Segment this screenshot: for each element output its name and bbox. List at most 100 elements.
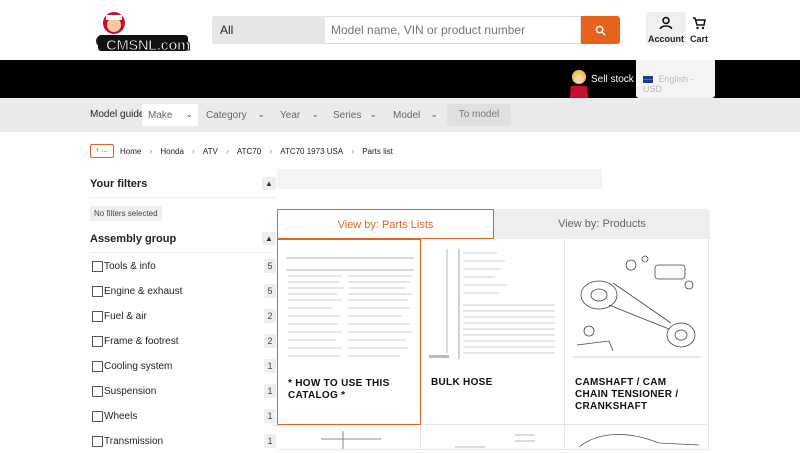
breadcrumb-model[interactable]: ATC70 1973 USA — [280, 147, 343, 156]
search-icon — [595, 25, 606, 36]
breadcrumb-home[interactable]: Home — [120, 147, 141, 156]
breadcrumb-back-button[interactable]: ‹ ... — [90, 144, 114, 158]
assembly-filter-count: 5 — [264, 284, 276, 298]
cart-label: Cart — [689, 34, 708, 44]
assembly-filter-label: Tools & info — [104, 261, 156, 272]
series-label: Series — [333, 110, 362, 121]
chevron-right-icon: › — [351, 146, 355, 156]
tab-parts-lists[interactable]: View by: Parts Lists — [277, 209, 494, 239]
assembly-filter-fuel[interactable]: Fuel & air 2 — [90, 303, 276, 328]
uk-flag-icon — [643, 76, 653, 84]
category-select[interactable]: Category ⌄ — [200, 104, 270, 126]
series-select[interactable]: Series ⌄ — [327, 104, 382, 126]
assembly-filter-frame[interactable]: Frame & footrest 2 — [90, 328, 276, 353]
chevron-down-icon: ⌄ — [311, 109, 319, 119]
breadcrumb-current: Parts list — [362, 146, 393, 156]
breadcrumb-make[interactable]: Honda — [160, 147, 184, 156]
chevron-down-icon: ⌄ — [185, 109, 193, 119]
no-filters-badge: No filters selected — [90, 206, 162, 221]
account-button[interactable]: Account — [646, 12, 686, 46]
checkbox[interactable] — [92, 311, 103, 322]
cart-button[interactable]: Cart — [688, 12, 710, 46]
parts-list-card[interactable]: * HOW TO USE THIS CATALOG * — [277, 239, 421, 425]
tab-products[interactable]: View by: Products — [494, 209, 710, 239]
parts-diagram-thumbnail — [578, 434, 700, 448]
assembly-filter-count: 1 — [264, 384, 276, 398]
assembly-filter-label: Suspension — [104, 386, 157, 397]
model-select[interactable]: Model ⌄ — [387, 104, 443, 126]
assembly-filter-transmission[interactable]: Transmission 1 — [90, 428, 276, 453]
catalog-page-thumbnail — [282, 246, 418, 364]
checkbox[interactable] — [92, 286, 103, 297]
cmsnl-logo[interactable]: CMSNL.com — [92, 7, 191, 55]
breadcrumb-category[interactable]: ATV — [203, 147, 218, 156]
model-label: Model — [393, 110, 421, 121]
language-selector[interactable]: English - USD — [636, 60, 715, 98]
assembly-filter-count: 2 — [264, 309, 276, 323]
user-icon — [659, 16, 673, 30]
parts-list-card[interactable] — [565, 425, 709, 450]
assembly-filter-wheels[interactable]: Wheels 1 — [90, 403, 276, 428]
assembly-filter-count: 5 — [264, 259, 276, 273]
checkbox[interactable] — [92, 411, 103, 422]
chevron-right-icon: › — [191, 146, 195, 156]
assembly-group-header: Assembly group ▲ — [90, 227, 276, 253]
assembly-filter-label: Wheels — [104, 411, 138, 422]
filters-header: Your filters ▲ — [90, 172, 276, 198]
view-tabs: View by: Parts Lists View by: Products — [277, 209, 710, 239]
make-select[interactable]: Make ⌄ — [142, 104, 198, 126]
parts-list-title: * HOW TO USE THIS CATALOG * — [288, 378, 390, 401]
account-label: Account — [648, 34, 684, 44]
assembly-filter-engine[interactable]: Engine & exhaust 5 — [90, 278, 276, 303]
assembly-filter-label: Transmission — [104, 436, 164, 447]
hose-diagram-thumbnail — [425, 245, 561, 363]
parts-list-card[interactable] — [277, 425, 421, 450]
chevron-right-icon: › — [225, 146, 229, 156]
assembly-filter-count: 1 — [264, 359, 276, 373]
site-header: CMSNL.com All Account Cart — [0, 0, 800, 60]
chevron-down-icon: ⌄ — [430, 109, 438, 119]
camshaft-diagram-thumbnail — [569, 245, 705, 363]
collapse-filters-button[interactable]: ▲ — [262, 177, 276, 190]
assembly-filter-label: Engine & exhaust — [104, 286, 183, 297]
breadcrumb-series[interactable]: ATC70 — [237, 147, 261, 156]
assembly-filter-label: Frame & footrest — [104, 336, 179, 347]
assembly-filter-count: 1 — [264, 409, 276, 423]
checkbox[interactable] — [92, 436, 103, 447]
parts-list-card[interactable]: BULK HOSE — [421, 239, 565, 425]
year-select[interactable]: Year ⌄ — [274, 104, 324, 126]
search-category-value: All — [220, 23, 234, 37]
assembly-filter-cooling[interactable]: Cooling system 1 — [90, 353, 276, 378]
parts-list-title: CAMSHAFT / CAM CHAIN TENSIONER / CRANKSH… — [575, 377, 679, 412]
cart-icon — [693, 17, 706, 30]
make-label: Make — [148, 110, 173, 121]
chevron-down-icon: ⌄ — [257, 109, 265, 119]
chevron-down-icon: ⌄ — [369, 109, 377, 119]
parts-list-grid: * HOW TO USE THIS CATALOG * BULK HOSE CA… — [277, 239, 710, 450]
checkbox[interactable] — [92, 336, 103, 347]
checkbox[interactable] — [92, 261, 103, 272]
collapse-assembly-button[interactable]: ▲ — [262, 232, 276, 245]
chevron-right-icon: › — [149, 146, 153, 156]
search-input[interactable] — [325, 16, 581, 44]
parts-list-card[interactable] — [421, 425, 565, 450]
filter-sidebar: Your filters ▲ No filters selected Assem… — [90, 172, 276, 453]
model-guide-bar: Model guide Make ⌄ Category ⌄ Year ⌄ Ser… — [0, 98, 800, 132]
checkbox[interactable] — [92, 386, 103, 397]
checkbox[interactable] — [92, 361, 103, 372]
assembly-filter-tools[interactable]: Tools & info 5 — [90, 253, 276, 278]
parts-diagram-thumbnail — [455, 434, 535, 448]
search-category-select[interactable]: All — [212, 16, 325, 44]
sell-stock-link[interactable]: Sell stock — [591, 74, 634, 85]
chevron-right-icon: › — [269, 146, 273, 156]
parts-list-card[interactable]: CAMSHAFT / CAM CHAIN TENSIONER / CRANKSH… — [565, 239, 709, 425]
results-toolbar-placeholder — [277, 169, 602, 189]
assembly-filter-suspension[interactable]: Suspension 1 — [90, 378, 276, 403]
assembly-group-title: Assembly group — [90, 233, 177, 245]
to-model-button[interactable]: To model — [447, 104, 511, 126]
year-label: Year — [280, 110, 301, 121]
parts-diagram-thumbnail — [321, 431, 381, 449]
search-button[interactable] — [581, 16, 620, 44]
logo-text: CMSNL.com — [106, 37, 191, 55]
parts-list-title: BULK HOSE — [431, 377, 493, 388]
